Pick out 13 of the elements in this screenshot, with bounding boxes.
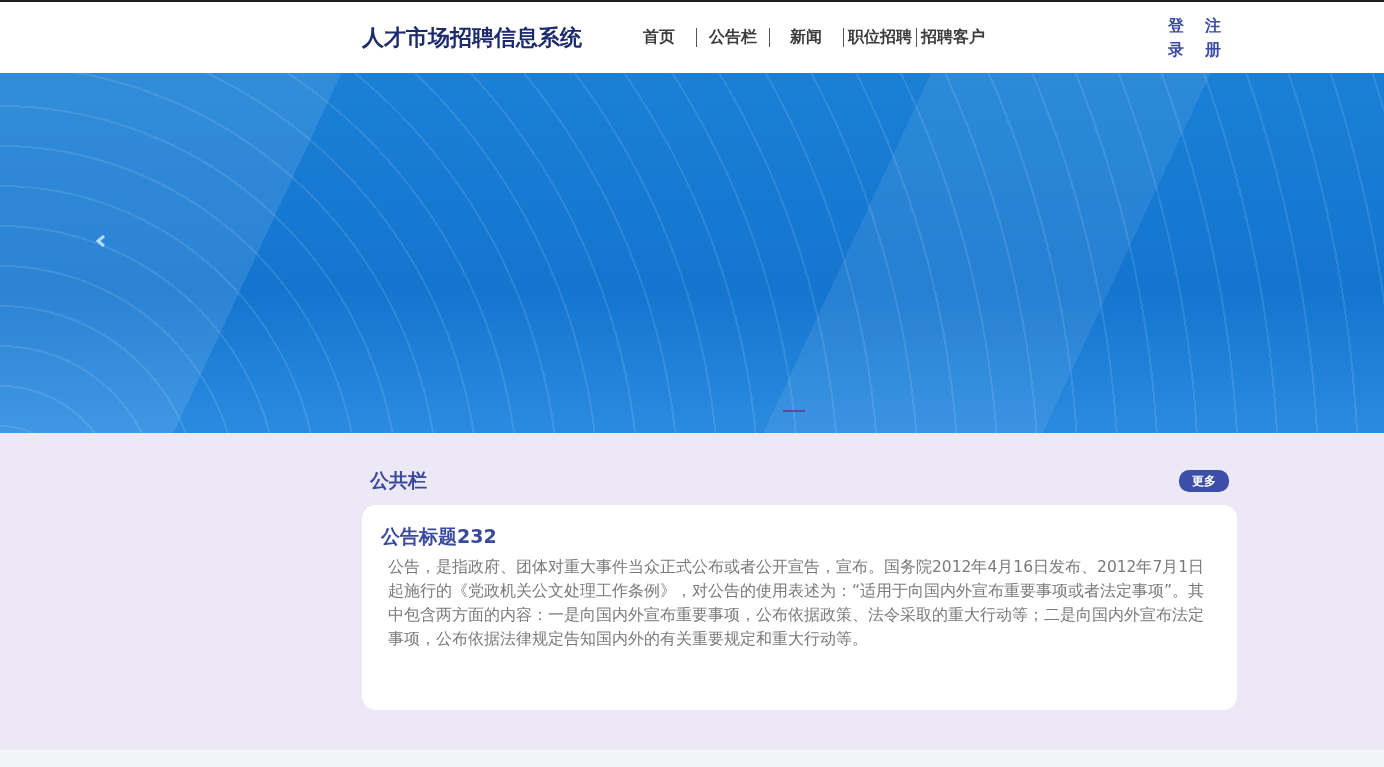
site-logo: 人才市场招聘信息系统 xyxy=(362,24,582,52)
login-button[interactable]: 登录 xyxy=(1168,13,1184,62)
chevron-left-icon[interactable] xyxy=(96,235,106,247)
nav-link[interactable]: 公告栏 xyxy=(695,28,769,47)
notice-title[interactable]: 公告标题232 xyxy=(381,523,497,549)
register-button[interactable]: 注册 xyxy=(1205,13,1221,62)
section-title: 公共栏 xyxy=(370,468,427,493)
nav-link[interactable]: 职位招聘 xyxy=(842,28,916,47)
notice-text: 公告，是指政府、团体对重大事件当众正式公布或者公开宣告，宣布。国务院2012年4月16日发布、2012年7月1日起施行的《党政机关公文处理工作条例》，对公告的使用表述为：“适用于向国内外宣布重要事项或者法定事项”。其中包含两方面的内容：一是向国内外宣布重要事项，公布依据政策、法令采取的重大行动等；二是向国内外宣布法定事项，公布依据法律规定告知国内外的有关重要规定和重大行动等。 xyxy=(388,557,1206,650)
nav-link[interactable]: 首页 xyxy=(622,28,696,47)
more-button[interactable]: 更多 xyxy=(1179,470,1229,492)
nav-link[interactable]: 招聘客户 xyxy=(916,28,990,47)
nav-link[interactable]: 新闻 xyxy=(769,28,843,47)
